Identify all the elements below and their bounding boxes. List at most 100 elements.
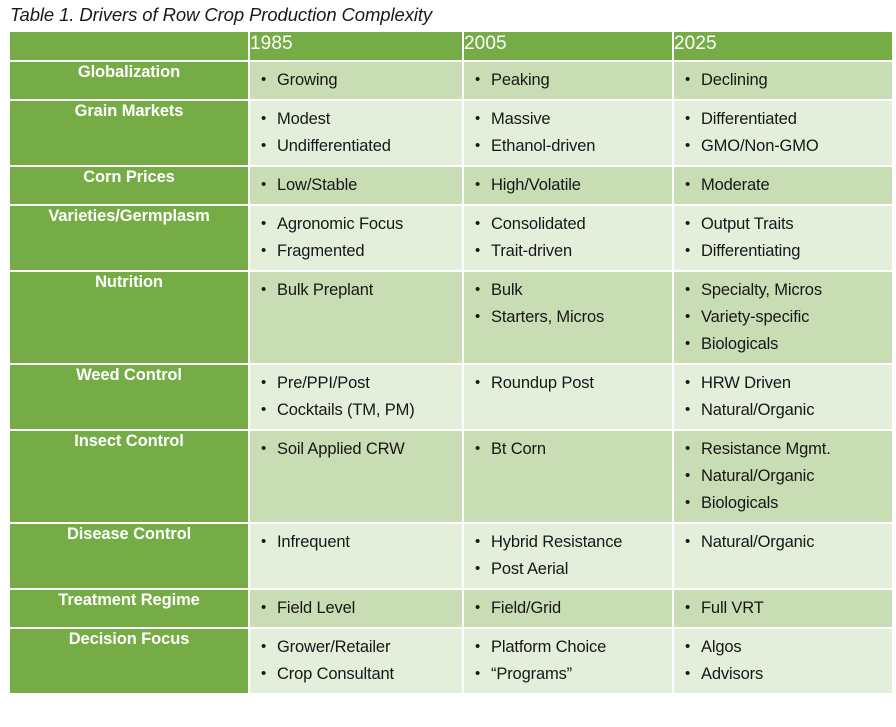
bullet-list: Declining — [684, 67, 884, 93]
table-body: Globalization Growing Peaking Declining Grai… — [10, 62, 892, 693]
cell-content: Infrequent — [250, 524, 462, 561]
table-page: Table 1. Drivers of Row Crop Production … — [0, 0, 896, 727]
header-cell-1985: 1985 — [250, 32, 462, 60]
row-label: Disease Control — [10, 524, 248, 588]
bullet-item: Bulk — [474, 277, 664, 303]
table-header-row: 1985 2005 2025 — [10, 32, 892, 60]
bullet-item: Differentiated — [684, 106, 884, 132]
table-cell: Moderate — [674, 167, 892, 204]
table-cell: Bt Corn — [464, 431, 672, 522]
cell-content: Field/Grid — [464, 590, 672, 627]
bullet-list: Bt Corn — [474, 436, 664, 462]
bullet-item: Low/Stable — [260, 172, 454, 198]
table-cell: ConsolidatedTrait-driven — [464, 206, 672, 270]
table-cell: Grower/RetailerCrop Consultant — [250, 629, 462, 693]
bullet-list: ConsolidatedTrait-driven — [474, 211, 664, 264]
bullet-item: Hybrid Resistance — [474, 529, 664, 555]
row-label: Weed Control — [10, 365, 248, 429]
bullet-item: Cocktails (TM, PM) — [260, 397, 454, 423]
table-cell: ModestUndifferentiated — [250, 101, 462, 165]
table-cell: Infrequent — [250, 524, 462, 588]
table-cell: Full VRT — [674, 590, 892, 627]
bullet-item: Grower/Retailer — [260, 634, 454, 660]
cell-content: Field Level — [250, 590, 462, 627]
cell-content: Declining — [674, 62, 892, 99]
bullet-list: Specialty, MicrosVariety-specificBiologi… — [684, 277, 884, 357]
table-cell: HRW DrivenNatural/Organic — [674, 365, 892, 429]
table-cell: AlgosAdvisors — [674, 629, 892, 693]
bullet-item: Differentiating — [684, 238, 884, 264]
table-row: Weed ControlPre/PPI/PostCocktails (TM, P… — [10, 365, 892, 429]
bullet-item: Infrequent — [260, 529, 454, 555]
bullet-item: Modest — [260, 106, 454, 132]
bullet-list: High/Volatile — [474, 172, 664, 198]
bullet-list: MassiveEthanol-driven — [474, 106, 664, 159]
table-cell: DifferentiatedGMO/Non-GMO — [674, 101, 892, 165]
bullet-item: Full VRT — [684, 595, 884, 621]
bullet-item: Bulk Preplant — [260, 277, 454, 303]
cell-content: Output TraitsDifferentiating — [674, 206, 892, 270]
bullet-item: Specialty, Micros — [684, 277, 884, 303]
bullet-item: Post Aerial — [474, 556, 664, 582]
row-label: Corn Prices — [10, 167, 248, 204]
bullet-list: Peaking — [474, 67, 664, 93]
row-label: Grain Markets — [10, 101, 248, 165]
bullet-item: Massive — [474, 106, 664, 132]
cell-content: Bt Corn — [464, 431, 672, 468]
table-cell: Hybrid ResistancePost Aerial — [464, 524, 672, 588]
bullet-list: Growing — [260, 67, 454, 93]
cell-content: MassiveEthanol-driven — [464, 101, 672, 165]
bullet-list: Soil Applied CRW — [260, 436, 454, 462]
row-label: Varieties/Germplasm — [10, 206, 248, 270]
table-cell: Bulk Preplant — [250, 272, 462, 363]
bullet-item: Growing — [260, 67, 454, 93]
bullet-item: Soil Applied CRW — [260, 436, 454, 462]
bullet-item: Output Traits — [684, 211, 884, 237]
row-label: Globalization — [10, 62, 248, 99]
bullet-item: Ethanol-driven — [474, 133, 664, 159]
row-label: Treatment Regime — [10, 590, 248, 627]
table-row: Disease Control Infrequent Hybrid Resistan… — [10, 524, 892, 588]
bullet-item: Field/Grid — [474, 595, 664, 621]
bullet-list: Pre/PPI/PostCocktails (TM, PM) — [260, 370, 454, 423]
header-cell-2005: 2005 — [464, 32, 672, 60]
bullet-item: Algos — [684, 634, 884, 660]
header-cell-2025: 2025 — [674, 32, 892, 60]
row-label: Insect Control — [10, 431, 248, 522]
table-cell: Growing — [250, 62, 462, 99]
cell-content: AlgosAdvisors — [674, 629, 892, 693]
table-cell: Resistance Mgmt.Natural/OrganicBiologica… — [674, 431, 892, 522]
bullet-list: Field Level — [260, 595, 454, 621]
table-cell: Field Level — [250, 590, 462, 627]
bullet-list: Natural/Organic — [684, 529, 884, 555]
table-row: Grain MarketsModestUndifferentiatedMassi… — [10, 101, 892, 165]
cell-content: Hybrid ResistancePost Aerial — [464, 524, 672, 588]
bullet-item: GMO/Non-GMO — [684, 133, 884, 159]
table-row: Decision FocusGrower/RetailerCrop Consul… — [10, 629, 892, 693]
bullet-item: Natural/Organic — [684, 463, 884, 489]
bullet-item: Variety-specific — [684, 304, 884, 330]
header-cell-blank — [10, 32, 248, 60]
bullet-item: Platform Choice — [474, 634, 664, 660]
bullet-list: Hybrid ResistancePost Aerial — [474, 529, 664, 582]
cell-content: Moderate — [674, 167, 892, 204]
cell-content: High/Volatile — [464, 167, 672, 204]
cell-content: DifferentiatedGMO/Non-GMO — [674, 101, 892, 165]
cell-content: Full VRT — [674, 590, 892, 627]
table-row: Varieties/GermplasmAgronomic FocusFragme… — [10, 206, 892, 270]
bullet-item: Natural/Organic — [684, 397, 884, 423]
cell-content: Resistance Mgmt.Natural/OrganicBiologica… — [674, 431, 892, 522]
bullet-item: HRW Driven — [684, 370, 884, 396]
bullet-item: Biologicals — [684, 490, 884, 516]
bullet-item: High/Volatile — [474, 172, 664, 198]
table-cell: Peaking — [464, 62, 672, 99]
cell-content: Soil Applied CRW — [250, 431, 462, 468]
bullet-list: Full VRT — [684, 595, 884, 621]
bullet-item: Agronomic Focus — [260, 211, 454, 237]
drivers-table: 1985 2005 2025 Globalization Growing Peaki… — [8, 30, 894, 695]
bullet-item: Peaking — [474, 67, 664, 93]
bullet-item: Pre/PPI/Post — [260, 370, 454, 396]
bullet-list: Output TraitsDifferentiating — [684, 211, 884, 264]
cell-content: Natural/Organic — [674, 524, 892, 561]
cell-content: HRW DrivenNatural/Organic — [674, 365, 892, 429]
